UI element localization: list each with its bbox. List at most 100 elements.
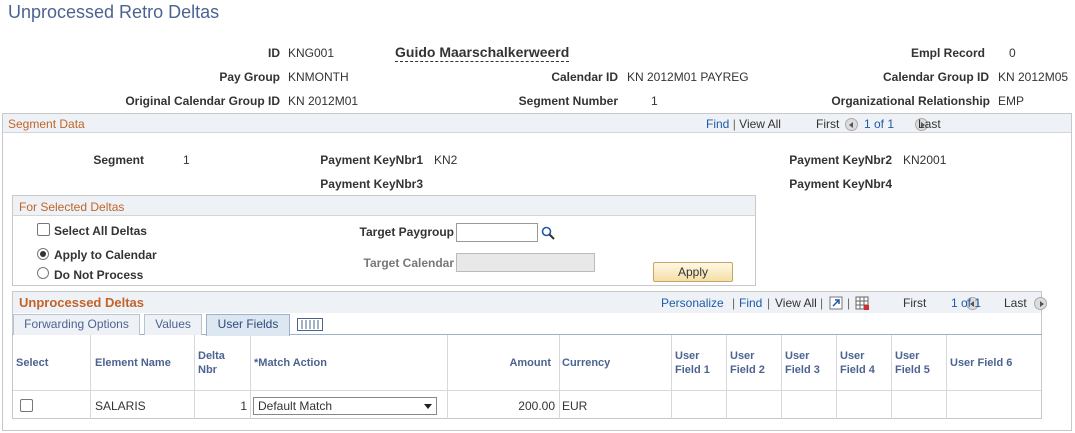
payment-keynbr3-label: Payment KeyNbr3 xyxy=(320,177,423,191)
col-header-currency: Currency xyxy=(562,357,611,369)
tab-user-fields[interactable]: User Fields xyxy=(206,314,290,336)
match-action-select[interactable]: Default Match xyxy=(253,397,437,415)
calendar-id-value: KN 2012M01 PAYREG xyxy=(627,70,749,84)
col-sep xyxy=(836,335,837,419)
segment-nav-separator: | xyxy=(732,117,736,131)
tab-forwarding-options[interactable]: Forwarding Options xyxy=(13,314,140,335)
apply-to-calendar-label: Apply to Calendar xyxy=(54,248,157,262)
search-icon[interactable] xyxy=(541,226,555,240)
col-header-user-field-5b: Field 5 xyxy=(895,364,930,376)
row-delta-nbr: 1 xyxy=(240,399,247,413)
segment-range: 1 of 1 xyxy=(864,117,895,131)
calendar-group-id-label: Calendar Group ID xyxy=(882,70,989,84)
segment-number-value: 1 xyxy=(651,94,658,108)
col-sep xyxy=(726,335,727,419)
row-element-name: SALARIS xyxy=(95,399,146,413)
segment-find-link[interactable]: Find xyxy=(706,117,729,131)
col-sep xyxy=(891,335,892,419)
col-sep xyxy=(250,335,251,419)
grid-find-link[interactable]: Find xyxy=(739,296,762,310)
id-value: KNG001 xyxy=(288,46,335,60)
calendar-id-label: Calendar ID xyxy=(551,70,618,84)
col-sep xyxy=(559,335,560,419)
grid-nav-separator-4: | xyxy=(847,296,851,310)
chevron-down-icon xyxy=(424,404,432,409)
col-sep xyxy=(671,335,672,419)
org-rel-label: Organizational Relationship xyxy=(831,94,990,108)
segment-label: Segment xyxy=(93,153,144,167)
org-rel-value: EMP xyxy=(998,94,1025,108)
grid-last: Last xyxy=(1004,296,1027,310)
pay-group-label: Pay Group xyxy=(219,70,280,84)
empl-record-label: Empl Record xyxy=(910,46,985,60)
payment-keynbr1-value: KN2 xyxy=(434,153,458,167)
grid-header xyxy=(13,292,1041,313)
orig-cal-group-label: Original Calendar Group ID xyxy=(125,94,280,108)
match-action-value: Default Match xyxy=(258,399,333,413)
col-header-user-field-4b: Field 4 xyxy=(840,364,875,376)
col-header-user-field-3b: Field 3 xyxy=(785,364,820,376)
orig-cal-group-value: KN 2012M01 xyxy=(288,94,359,108)
show-all-columns-icon[interactable] xyxy=(297,318,323,331)
grid-title: Unprocessed Deltas xyxy=(19,295,144,310)
select-all-checkbox[interactable] xyxy=(37,223,50,236)
do-not-process-radio[interactable] xyxy=(37,267,49,279)
col-header-element-name: Element Name xyxy=(95,357,171,369)
selected-deltas-title: For Selected Deltas xyxy=(19,200,125,214)
zoom-grid-icon[interactable] xyxy=(829,296,843,310)
col-header-user-field-1a: User xyxy=(675,350,700,362)
col-header-nbr: Nbr xyxy=(198,364,217,376)
page-title: Unprocessed Retro Deltas xyxy=(8,2,220,22)
col-header-delta: Delta xyxy=(198,350,225,362)
col-sep xyxy=(90,335,91,419)
personalize-link[interactable]: Personalize xyxy=(661,296,724,310)
download-spreadsheet-icon[interactable] xyxy=(855,296,870,311)
col-header-amount: Amount xyxy=(509,357,551,369)
row-currency: EUR xyxy=(562,399,588,413)
do-not-process-label: Do Not Process xyxy=(54,268,144,282)
payment-keynbr1-label: Payment KeyNbr1 xyxy=(320,153,423,167)
col-header-user-field-3a: User xyxy=(785,350,810,362)
col-sep xyxy=(447,335,448,419)
col-header-user-field-2b: Field 2 xyxy=(730,364,765,376)
col-sep xyxy=(194,335,195,419)
segment-view-all[interactable]: View All xyxy=(739,117,781,131)
apply-button[interactable]: Apply xyxy=(653,262,733,282)
segment-number-label: Segment Number xyxy=(518,94,618,108)
segment-last: Last xyxy=(918,117,941,131)
target-calendar-input xyxy=(456,253,595,272)
employee-name[interactable]: Guido Maarschalkerweerd xyxy=(395,44,570,62)
grid-nav-separator-3: | xyxy=(820,296,824,310)
grid-nav-separator-1: | xyxy=(732,296,736,310)
col-header-select: Select xyxy=(16,357,49,369)
segment-nav: Find | View All xyxy=(706,117,781,131)
target-calendar-label: Target Calendar xyxy=(363,256,454,270)
col-header-user-field-6: User Field 6 xyxy=(950,357,1013,369)
row-select-checkbox[interactable] xyxy=(20,399,33,412)
empl-record-value: 0 xyxy=(1009,46,1016,60)
row-amount: 200.00 xyxy=(518,399,555,413)
grid-range: 1 of 1 xyxy=(951,296,982,310)
target-paygroup-label: Target Paygroup xyxy=(359,225,454,239)
col-header-match-action: *Match Action xyxy=(254,357,327,369)
col-header-user-field-2a: User xyxy=(730,350,755,362)
pay-group-value: KNMONTH xyxy=(288,70,349,84)
header-row-divider xyxy=(13,390,1041,391)
tab-values[interactable]: Values xyxy=(144,314,202,335)
col-sep xyxy=(946,335,947,419)
segment-data-header xyxy=(3,114,1071,133)
id-label: ID xyxy=(268,46,280,60)
grid-first: First xyxy=(903,296,927,310)
payment-keynbr2-value: KN2001 xyxy=(903,153,947,167)
target-paygroup-input[interactable] xyxy=(456,223,538,242)
apply-to-calendar-radio[interactable] xyxy=(37,248,49,260)
grid-view-all[interactable]: View All xyxy=(775,296,817,310)
payment-keynbr2-label: Payment KeyNbr2 xyxy=(789,153,892,167)
grid-nav-separator-2: | xyxy=(767,296,771,310)
segment-first: First xyxy=(816,117,840,131)
col-header-user-field-1b: Field 1 xyxy=(675,364,710,376)
select-all-label: Select All Deltas xyxy=(54,224,147,238)
payment-keynbr4-label: Payment KeyNbr4 xyxy=(789,177,892,191)
segment-data-title: Segment Data xyxy=(8,117,85,131)
segment-value: 1 xyxy=(183,153,190,167)
